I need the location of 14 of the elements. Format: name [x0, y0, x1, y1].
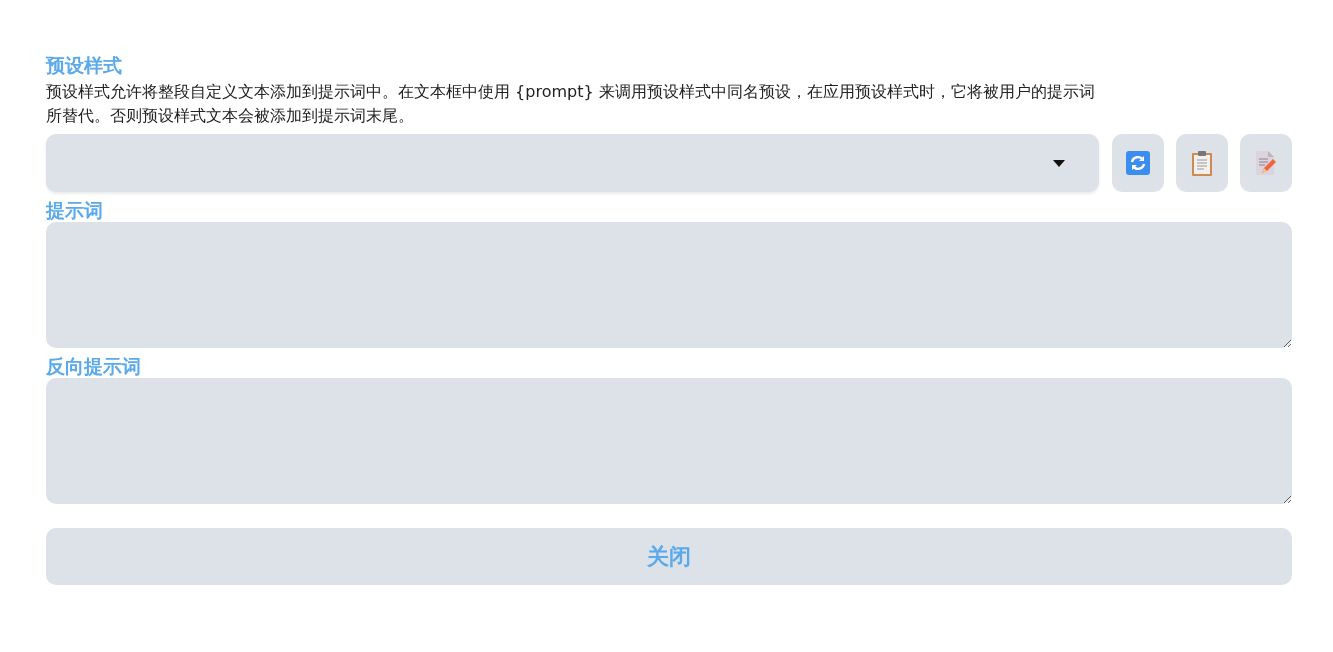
edit-button[interactable] — [1240, 134, 1292, 192]
field-label: 提示词 — [46, 198, 104, 222]
clipboard-button[interactable] — [1176, 134, 1228, 192]
prompt-field[interactable] — [46, 222, 1292, 348]
negative-prompt-field[interactable] — [46, 378, 1292, 504]
close-button[interactable]: 关闭 — [46, 528, 1292, 585]
caret-icon — [1053, 159, 1065, 167]
refresh-icon — [1126, 151, 1150, 175]
description: 预设样式允许将整段自定义文本添加到提示词中。在文本框中使用 {prompt} 来调用预设样式中同名预设，在应用预设样式时，它将被用户的提示词所替代。否则预设样式文本会被添加到提示词末尾。 — [46, 81, 1096, 127]
document-pencil-icon — [1254, 150, 1278, 176]
section-title: 预设样式 — [46, 53, 123, 78]
refresh-button[interactable] — [1112, 134, 1164, 192]
clipboard-icon — [1191, 150, 1213, 176]
field-label: 反向提示词 — [46, 354, 142, 378]
